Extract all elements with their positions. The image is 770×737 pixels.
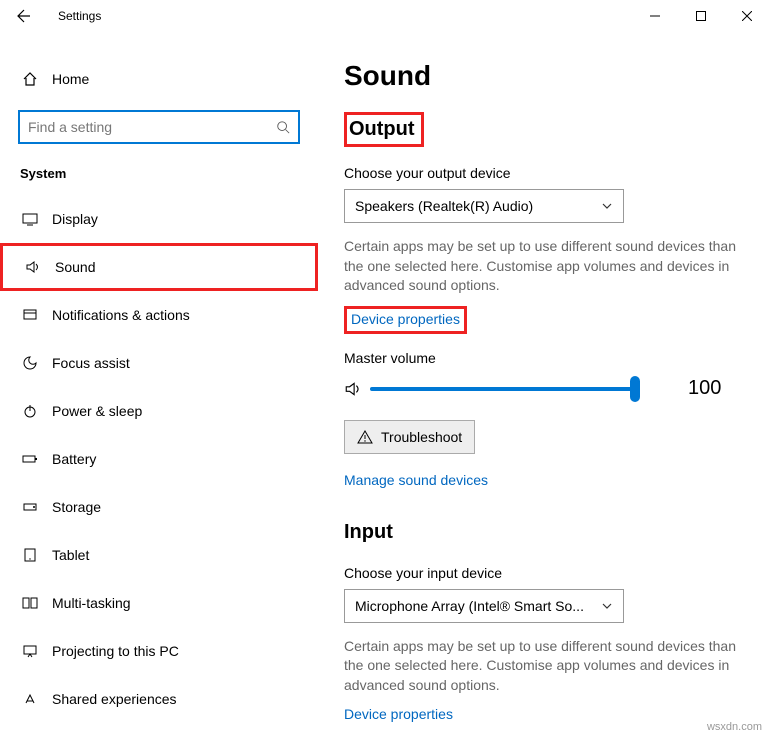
sidebar-item-storage[interactable]: Storage [0, 483, 318, 531]
manage-sound-devices-link[interactable]: Manage sound devices [344, 472, 488, 488]
sidebar-item-label: Tablet [42, 547, 89, 563]
storage-icon [18, 499, 42, 515]
volume-slider[interactable] [370, 374, 640, 404]
home-icon [18, 71, 42, 87]
window-title: Settings [40, 9, 101, 23]
titlebar: Settings [0, 0, 770, 32]
sidebar-item-projecting[interactable]: Projecting to this PC [0, 627, 318, 675]
main-content: Sound Output Choose your output device S… [320, 32, 770, 737]
sidebar-item-label: Sound [45, 259, 95, 275]
sidebar-item-label: Multi-tasking [42, 595, 131, 611]
speaker-icon[interactable] [344, 380, 362, 398]
close-icon [742, 11, 752, 21]
minimize-icon [650, 11, 660, 21]
sound-icon [21, 259, 45, 275]
sidebar-item-label: Notifications & actions [42, 307, 190, 323]
sidebar-item-tablet[interactable]: Tablet [0, 531, 318, 579]
category-heading: System [0, 144, 318, 195]
input-choose-label: Choose your input device [344, 565, 760, 581]
sidebar-item-label: Storage [42, 499, 101, 515]
slider-thumb[interactable] [630, 376, 640, 402]
notifications-icon [18, 307, 42, 323]
volume-slider-row: 100 [344, 374, 760, 404]
sidebar-item-sound[interactable]: Sound [0, 243, 318, 291]
sidebar-item-notifications[interactable]: Notifications & actions [0, 291, 318, 339]
sidebar-item-shared-experiences[interactable]: Shared experiences [0, 675, 318, 723]
search-icon [276, 120, 290, 134]
output-desc: Certain apps may be set up to use differ… [344, 237, 754, 296]
output-heading: Output [344, 112, 424, 147]
page-title: Sound [344, 60, 760, 92]
sidebar-item-label: Display [42, 211, 98, 227]
sidebar: Home System Display Sound Notificat [0, 32, 320, 737]
home-nav[interactable]: Home [0, 56, 318, 102]
search-box[interactable] [18, 110, 300, 144]
warning-icon [357, 429, 373, 445]
arrow-left-icon [16, 8, 32, 24]
home-label: Home [42, 71, 89, 87]
close-button[interactable] [724, 0, 770, 32]
sidebar-item-multitasking[interactable]: Multi-tasking [0, 579, 318, 627]
chevron-down-icon [601, 200, 613, 212]
sidebar-item-label: Power & sleep [42, 403, 142, 419]
projecting-icon [18, 643, 42, 659]
sidebar-item-focus-assist[interactable]: Focus assist [0, 339, 318, 387]
troubleshoot-label: Troubleshoot [381, 429, 462, 445]
display-icon [18, 211, 42, 227]
nav-list: Display Sound Notifications & actions Fo… [0, 195, 318, 723]
shared-icon [18, 691, 42, 707]
maximize-button[interactable] [678, 0, 724, 32]
battery-icon [18, 451, 42, 467]
credit-text: wsxdn.com [707, 721, 762, 733]
sidebar-item-label: Shared experiences [42, 691, 177, 707]
chevron-down-icon [601, 600, 613, 612]
multitasking-icon [18, 595, 42, 611]
sidebar-item-display[interactable]: Display [0, 195, 318, 243]
output-device-properties-link[interactable]: Device properties [351, 311, 460, 327]
focus-assist-icon [18, 355, 42, 371]
output-device-properties-box: Device properties [344, 306, 467, 334]
maximize-icon [696, 11, 706, 21]
troubleshoot-button[interactable]: Troubleshoot [344, 420, 475, 454]
sidebar-item-label: Projecting to this PC [42, 643, 179, 659]
tablet-icon [18, 547, 42, 563]
input-heading: Input [344, 518, 399, 547]
sidebar-item-label: Focus assist [42, 355, 130, 371]
input-device-value: Microphone Array (Intel® Smart So... [355, 598, 584, 614]
sidebar-item-label: Battery [42, 451, 96, 467]
sidebar-item-battery[interactable]: Battery [0, 435, 318, 483]
input-device-dropdown[interactable]: Microphone Array (Intel® Smart So... [344, 589, 624, 623]
slider-fill [370, 387, 640, 391]
input-device-properties-link[interactable]: Device properties [344, 706, 453, 722]
output-device-dropdown[interactable]: Speakers (Realtek(R) Audio) [344, 189, 624, 223]
sidebar-item-power-sleep[interactable]: Power & sleep [0, 387, 318, 435]
master-volume-label: Master volume [344, 350, 760, 366]
volume-value: 100 [688, 377, 721, 400]
output-choose-label: Choose your output device [344, 165, 760, 181]
search-input[interactable] [28, 119, 276, 135]
power-icon [18, 403, 42, 419]
back-button[interactable] [8, 0, 40, 32]
output-device-value: Speakers (Realtek(R) Audio) [355, 198, 533, 214]
input-desc: Certain apps may be set up to use differ… [344, 637, 754, 696]
minimize-button[interactable] [632, 0, 678, 32]
